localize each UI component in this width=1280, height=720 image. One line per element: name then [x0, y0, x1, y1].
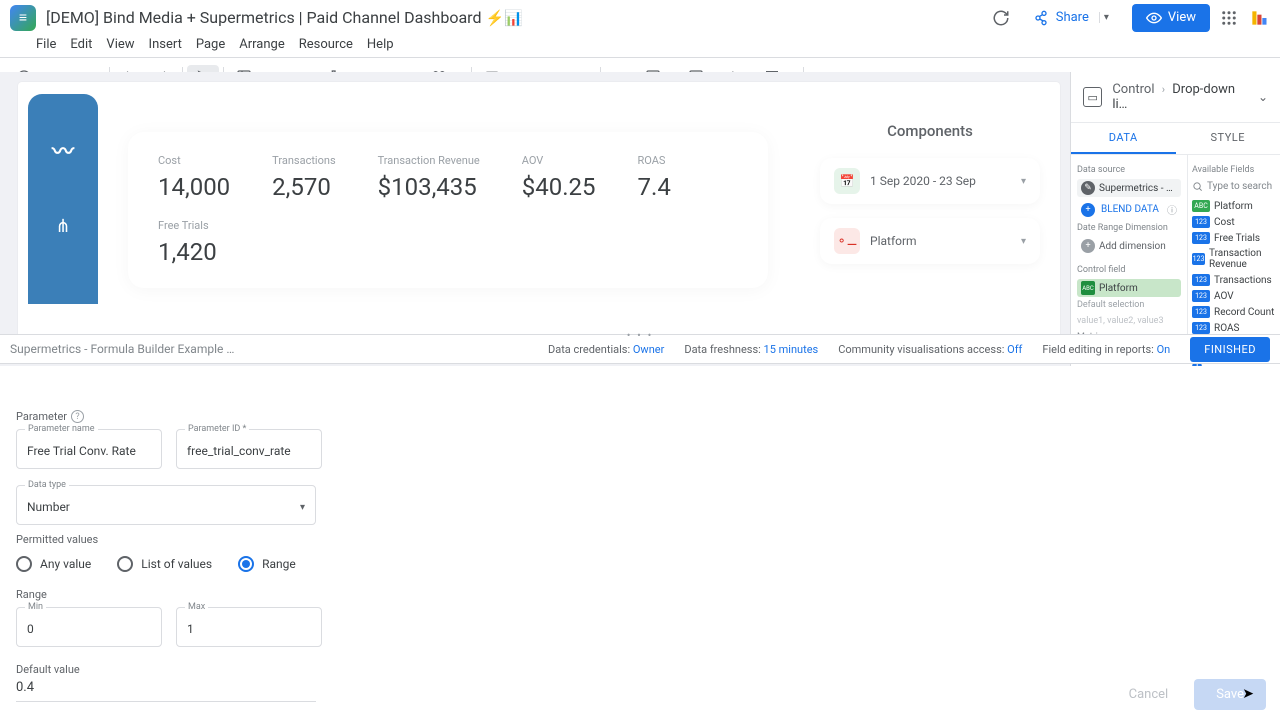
help-icon[interactable]: ?: [71, 410, 84, 423]
permitted-values-label: Permitted values: [16, 533, 1264, 546]
range-label: Range: [16, 588, 1264, 601]
add-dimension-button[interactable]: +Add dimension: [1077, 237, 1181, 255]
view-button[interactable]: View: [1132, 4, 1210, 32]
share-button[interactable]: Share ▾: [1023, 4, 1124, 32]
blend-data-button[interactable]: +BLEND DATAⓘ: [1077, 200, 1181, 219]
min-field[interactable]: Min 0: [16, 607, 162, 647]
field-row[interactable]: 123Transactions: [1192, 272, 1276, 288]
refresh-icon[interactable]: [987, 4, 1015, 32]
titlebar: ≡ [DEMO] Bind Media + Supermetrics | Pai…: [0, 0, 1280, 36]
radio-range[interactable]: Range: [238, 556, 296, 572]
parameter-form: Parameter ? Parameter name Free Trial Co…: [0, 366, 1280, 720]
tab-style[interactable]: STYLE: [1176, 123, 1280, 154]
data-source-pill[interactable]: ✎Supermetrics - For…: [1077, 179, 1181, 197]
menu-edit[interactable]: Edit: [70, 37, 92, 52]
components-title: Components: [820, 122, 1040, 140]
menu-insert[interactable]: Insert: [149, 37, 182, 52]
field-editing-link[interactable]: On: [1157, 343, 1171, 356]
data-type-select[interactable]: Data type Number ▾: [16, 485, 316, 525]
control-type-icon: ▭: [1083, 87, 1102, 107]
metric-value: 1,420: [158, 238, 738, 266]
field-row[interactable]: 123Cost: [1192, 214, 1276, 230]
apps-grid-icon[interactable]: [1218, 7, 1240, 29]
field-row[interactable]: 123Record Count: [1192, 304, 1276, 320]
metric-label: Cost: [158, 154, 230, 167]
metric-value: $40.25: [522, 173, 596, 201]
finished-button[interactable]: FINISHED: [1190, 337, 1270, 362]
cancel-button[interactable]: Cancel: [1113, 679, 1185, 710]
data-source-header: • • • Supermetrics - Formula Builder Exa…: [0, 334, 1280, 364]
parameter-id-field[interactable]: Parameter ID * free_trial_conv_rate: [176, 429, 322, 469]
control-field-pill[interactable]: ABCPlatform: [1077, 279, 1181, 297]
drag-handle-icon[interactable]: • • •: [627, 329, 654, 342]
breadcrumb[interactable]: Control › Drop-down li…: [1112, 82, 1248, 112]
metric-label: Free Trials: [158, 219, 738, 232]
section-label: Data source: [1077, 165, 1181, 175]
chevron-down-icon: ▾: [300, 502, 305, 513]
brand-icon[interactable]: [1248, 7, 1270, 29]
section-label: Control field: [1077, 265, 1181, 275]
default-value-label: Default value: [16, 663, 1264, 676]
field-row[interactable]: ABCPlatform: [1192, 198, 1276, 214]
report-nav-sidebar: 〰 ⋔: [28, 94, 98, 304]
metric-value: 7.4: [638, 173, 671, 201]
menu-page[interactable]: Page: [196, 37, 225, 52]
chevron-down-icon: ▾: [1021, 236, 1026, 247]
search-input[interactable]: Type to search: [1192, 179, 1276, 198]
menu-resource[interactable]: Resource: [299, 37, 353, 52]
save-button[interactable]: Save ➤: [1194, 679, 1266, 710]
share-caret-icon[interactable]: ▾: [1099, 12, 1113, 23]
freshness-link[interactable]: 15 minutes: [764, 343, 819, 356]
tree-icon: ⋔: [55, 216, 70, 237]
field-row[interactable]: 123Transaction Revenue: [1192, 246, 1276, 272]
menu-view[interactable]: View: [106, 37, 134, 52]
scorecard-group[interactable]: Cost 14,000 Transactions 2,570 Transaction R…: [128, 132, 768, 288]
metric-label: ROAS: [638, 154, 671, 167]
radio-list-values[interactable]: List of values: [117, 556, 212, 572]
section-label: Date Range Dimension: [1077, 223, 1181, 233]
credentials-link[interactable]: Owner: [633, 343, 664, 356]
components-section: Components 📅 1 Sep 2020 - 23 Sep ▾ ⚬⚊ Pl…: [820, 122, 1040, 278]
parameter-name-field[interactable]: Parameter name Free Trial Conv. Rate: [16, 429, 162, 469]
metric-value: $103,435: [378, 173, 480, 201]
cursor-icon: ➤: [1242, 686, 1254, 702]
brand-logo-icon: 〰: [52, 134, 74, 166]
metric-label: Transaction Revenue: [378, 154, 480, 167]
menubar: File Edit View Insert Page Arrange Resou…: [0, 36, 1280, 58]
platform-control[interactable]: ⚬⚊ Platform ▾: [820, 218, 1040, 264]
data-source-name[interactable]: Supermetrics - Formula Builder Example …: [10, 342, 234, 356]
share-icon: ⚬⚊: [834, 228, 860, 254]
document-title[interactable]: [DEMO] Bind Media + Supermetrics | Paid …: [46, 8, 523, 27]
metric-label: AOV: [522, 154, 596, 167]
default-value-field[interactable]: 0.4: [16, 680, 316, 702]
max-field[interactable]: Max 1: [176, 607, 322, 647]
metric-value: 2,570: [272, 173, 335, 201]
chevron-down-icon[interactable]: ⌄: [1258, 90, 1268, 104]
menu-help[interactable]: Help: [367, 37, 394, 52]
parameter-section-label: Parameter ?: [16, 410, 1264, 423]
section-label: Available Fields: [1192, 165, 1276, 175]
chevron-down-icon: ▾: [1021, 176, 1026, 187]
chevron-right-icon: ›: [1162, 83, 1165, 96]
metric-label: Transactions: [272, 154, 335, 167]
date-range-control[interactable]: 📅 1 Sep 2020 - 23 Sep ▾: [820, 158, 1040, 204]
app-logo-icon[interactable]: ≡: [10, 5, 36, 31]
menu-arrange[interactable]: Arrange: [239, 37, 284, 52]
tab-data[interactable]: DATA: [1071, 123, 1176, 154]
menu-file[interactable]: File: [36, 37, 56, 52]
radio-any-value[interactable]: Any value: [16, 556, 91, 572]
field-row[interactable]: 123Free Trials: [1192, 230, 1276, 246]
section-label: Default selection: [1077, 300, 1181, 310]
calendar-icon: 📅: [834, 168, 860, 194]
metric-value: 14,000: [158, 173, 230, 201]
field-row[interactable]: 123AOV: [1192, 288, 1276, 304]
default-selection-hint[interactable]: value1, value2, value3: [1077, 316, 1181, 326]
community-viz-link[interactable]: Off: [1007, 343, 1022, 356]
